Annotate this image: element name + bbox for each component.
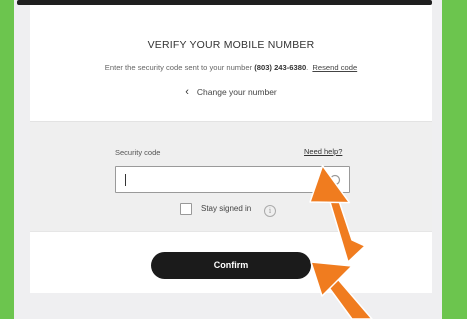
confirm-button[interactable]: Confirm: [151, 252, 311, 279]
chevron-left-icon: ‹: [185, 86, 189, 98]
info-icon[interactable]: i: [264, 205, 276, 217]
instructions-suffix: .: [306, 63, 309, 72]
header-section: VERIFY YOUR MOBILE NUMBER Enter the secu…: [30, 5, 432, 121]
stay-signed-in-label[interactable]: Stay signed in: [201, 204, 251, 213]
instructions-prefix: Enter the security code sent to your num…: [104, 63, 253, 72]
page-title: VERIFY YOUR MOBILE NUMBER: [147, 39, 315, 51]
instructions-text: Enter the security code sent to your num…: [30, 63, 432, 72]
change-number-link[interactable]: ‹ Change your number: [30, 86, 432, 98]
circle-icon[interactable]: [329, 174, 341, 186]
action-section: Confirm: [30, 231, 432, 293]
code-entry-section: Security code Need help? Stay signed in …: [30, 121, 432, 231]
security-code-input[interactable]: [115, 166, 350, 193]
change-number-label: Change your number: [196, 87, 277, 97]
phone-number: (803) 243-6380: [254, 63, 307, 72]
need-help-link[interactable]: Need help?: [304, 147, 342, 156]
text-caret: [125, 174, 126, 186]
stay-signed-in-checkbox[interactable]: [180, 203, 192, 215]
security-code-label: Security code: [115, 148, 161, 157]
resend-code-link[interactable]: Resend code: [312, 63, 357, 72]
card-footer: [14, 293, 442, 319]
